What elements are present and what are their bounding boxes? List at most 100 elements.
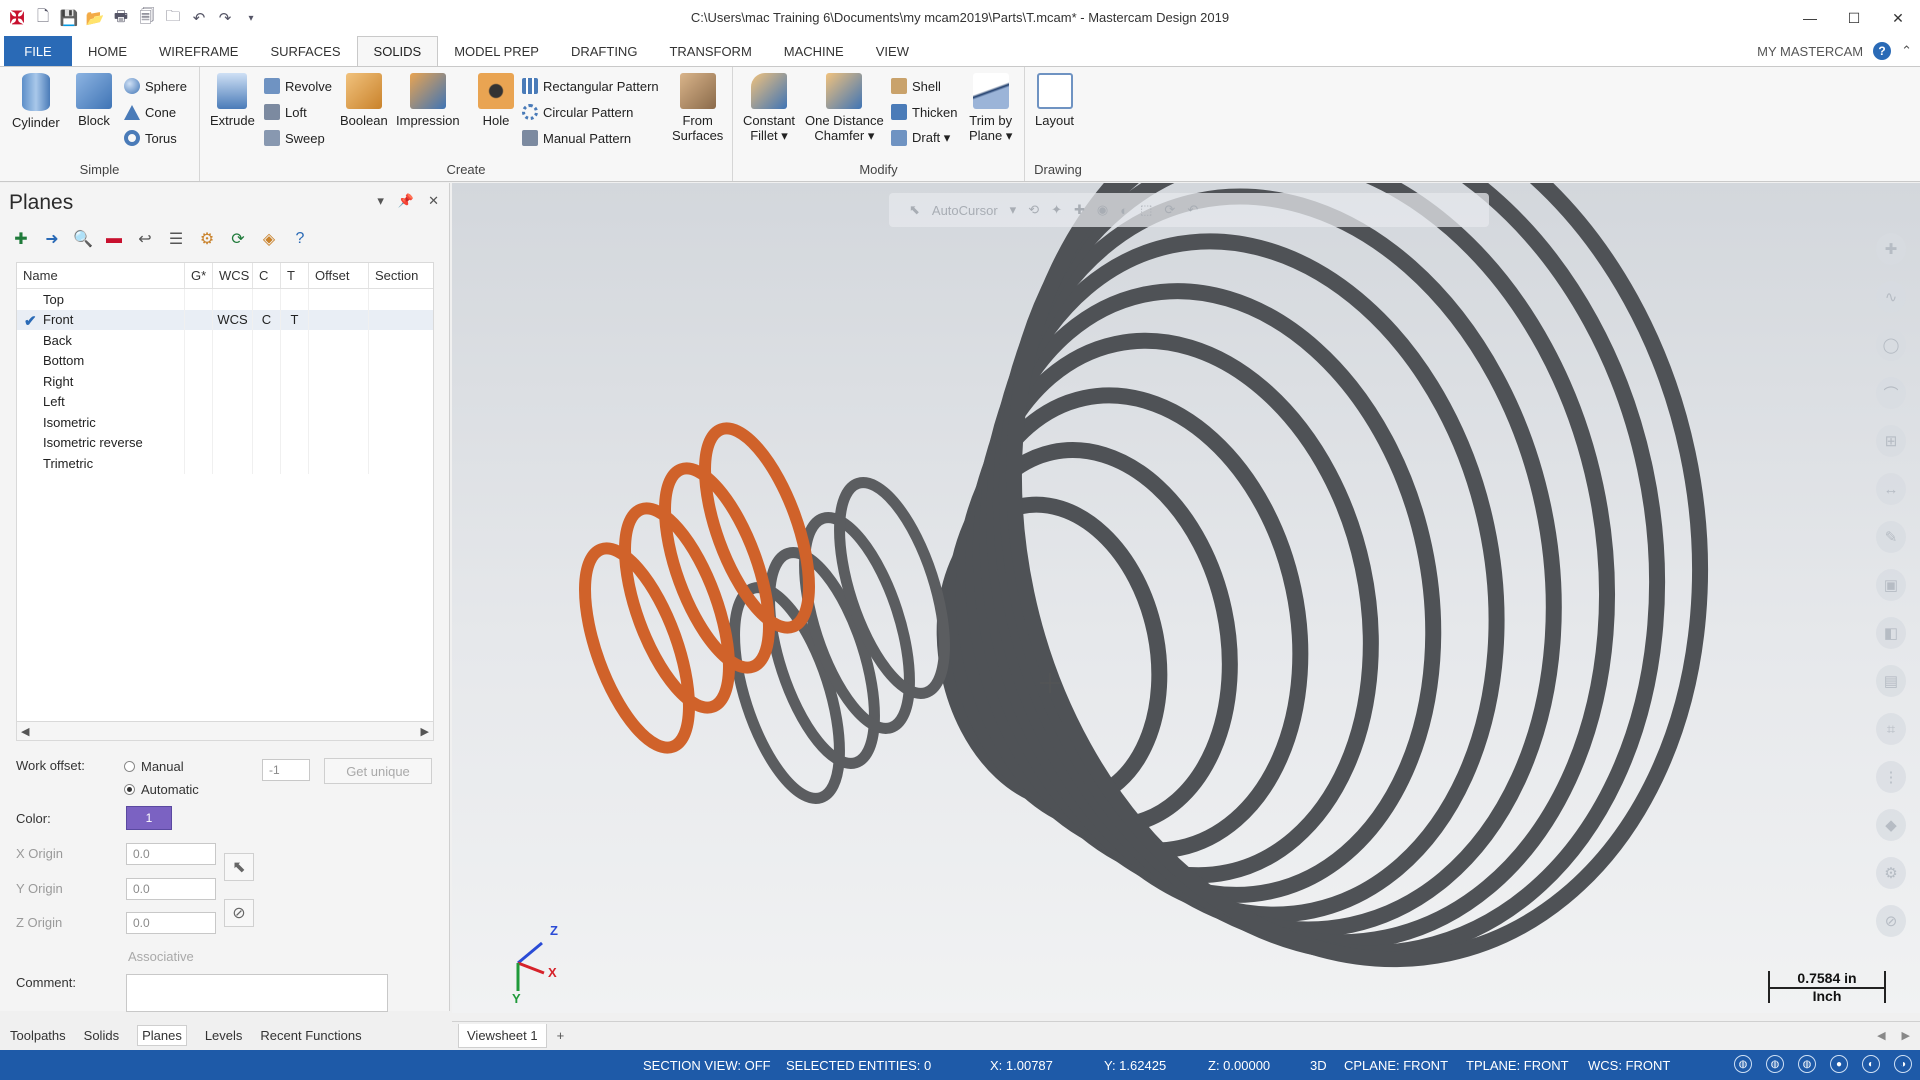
x-origin-input[interactable]: 0.0 xyxy=(126,843,216,865)
view-tool-icon-3[interactable]: ⌒ xyxy=(1876,377,1906,409)
view-tool-icon-10[interactable]: ⌗ xyxy=(1876,713,1906,745)
pin-icon[interactable]: 📌 xyxy=(398,193,414,209)
select-tool-icon-8[interactable]: ↶ xyxy=(1187,202,1198,218)
torus-button[interactable]: Torus xyxy=(124,127,177,149)
minimize-button[interactable]: — xyxy=(1788,0,1832,36)
col-header-g[interactable]: G* xyxy=(185,263,213,288)
z-coordinate[interactable]: Z: 0.00000 xyxy=(1208,1058,1270,1073)
panel-menu-icon[interactable]: ▾ xyxy=(377,193,384,209)
panel-help-icon[interactable]: ? xyxy=(289,230,311,248)
plane-row-right[interactable]: Right xyxy=(17,371,433,392)
manual-pattern-button[interactable]: Manual Pattern xyxy=(522,127,631,149)
block-button[interactable]: Block xyxy=(76,73,112,128)
view-tool-icon-12[interactable]: ◆ xyxy=(1876,809,1906,841)
tab-file[interactable]: FILE xyxy=(4,36,72,66)
new-file-icon[interactable]: 🗋 xyxy=(32,7,54,29)
comment-textarea[interactable] xyxy=(126,974,388,1012)
tplane-status[interactable]: TPLANE: FRONT xyxy=(1466,1058,1569,1073)
mastercam-logo-icon[interactable]: ✠ xyxy=(6,7,28,29)
add-viewsheet-icon[interactable]: + xyxy=(557,1028,565,1043)
tab-surfaces[interactable]: SURFACES xyxy=(254,36,356,66)
redo-icon[interactable]: ↷ xyxy=(214,7,236,29)
view-tool-icon-14[interactable]: ⊘ xyxy=(1876,905,1906,937)
col-header-offset[interactable]: Offset xyxy=(309,263,369,288)
conical-spring[interactable] xyxy=(918,183,1779,1013)
plane-row-isometric-reverse[interactable]: Isometric reverse xyxy=(17,432,433,453)
zoom-in-icon[interactable]: ✚ xyxy=(1876,233,1906,265)
scroll-left-icon[interactable]: ◀ xyxy=(21,725,29,738)
shell-button[interactable]: Shell xyxy=(891,75,941,97)
col-header-t[interactable]: T xyxy=(281,263,309,288)
tab-solids-manager[interactable]: Solids xyxy=(84,1028,119,1043)
select-tool-icon-7[interactable]: ⟳ xyxy=(1164,202,1175,218)
plane-row-isometric[interactable]: Isometric xyxy=(17,412,433,433)
tab-view[interactable]: VIEW xyxy=(860,36,925,66)
revolve-button[interactable]: Revolve xyxy=(264,75,332,97)
autocursor-toolbar[interactable]: ⬉ AutoCursor ▾ ⟲ ✦ ✚ ◉ ◐ ⬚ ⟳ ↶ xyxy=(889,193,1489,227)
tab-solids[interactable]: SOLIDS xyxy=(356,36,439,66)
close-button[interactable]: ✕ xyxy=(1876,0,1920,36)
automatic-radio[interactable]: Automatic xyxy=(124,782,199,797)
prev-viewsheet-icon[interactable]: ◀ xyxy=(1877,1029,1885,1042)
wireframe-shade-icon[interactable]: ◍ xyxy=(1798,1055,1816,1073)
collapse-ribbon-icon[interactable]: ⌃ xyxy=(1901,43,1912,59)
plane-row-back[interactable]: Back xyxy=(17,330,433,351)
grid-horizontal-scrollbar[interactable]: ◀ ▶ xyxy=(16,721,434,741)
view-tool-icon-7[interactable]: ▣ xyxy=(1876,569,1906,601)
set-plane-icon[interactable]: ↩ xyxy=(134,229,156,249)
tab-model-prep[interactable]: MODEL PREP xyxy=(438,36,555,66)
z-origin-input[interactable]: 0.0 xyxy=(126,912,216,934)
select-tool-icon-4[interactable]: ◉ xyxy=(1097,202,1108,218)
cylinder-button[interactable]: Cylinder xyxy=(12,73,60,130)
select-tool-icon[interactable]: ⟲ xyxy=(1028,202,1039,218)
rectangular-pattern-button[interactable]: Rectangular Pattern xyxy=(522,75,659,97)
work-offset-input[interactable]: -1 xyxy=(262,759,310,781)
reset-plane-icon[interactable]: ▬ xyxy=(103,230,125,248)
wcs-cell[interactable]: WCS xyxy=(213,309,253,330)
cplane-cell[interactable]: C xyxy=(253,309,281,330)
plane-list-icon[interactable]: ☰ xyxy=(165,229,187,249)
next-viewsheet-icon[interactable]: ▶ xyxy=(1902,1029,1910,1042)
sweep-button[interactable]: Sweep xyxy=(264,127,325,149)
trim-by-plane-button[interactable]: Trim by Plane ▾ xyxy=(969,73,1012,143)
y-origin-input[interactable]: 0.0 xyxy=(126,878,216,900)
customize-qat-icon[interactable]: ▾ xyxy=(240,7,262,29)
view-tool-icon-8[interactable]: ◧ xyxy=(1876,617,1906,649)
mode-2d-3d[interactable]: 3D xyxy=(1310,1058,1327,1073)
view-tool-icon-13[interactable]: ⚙ xyxy=(1876,857,1906,889)
tab-toolpaths[interactable]: Toolpaths xyxy=(10,1028,66,1043)
refresh-icon[interactable]: ⟳ xyxy=(227,229,249,249)
loft-button[interactable]: Loft xyxy=(264,101,307,123)
plane-row-trimetric[interactable]: Trimetric xyxy=(17,453,433,474)
autocursor-icon[interactable]: ⬉ xyxy=(909,202,920,218)
one-distance-chamfer-button[interactable]: One Distance Chamfer ▾ xyxy=(805,73,884,143)
view-tool-icon-11[interactable]: ⋮ xyxy=(1876,761,1906,793)
tplane-cell[interactable]: T xyxy=(281,309,309,330)
col-header-wcs[interactable]: WCS xyxy=(213,263,253,288)
globe-icon[interactable]: ◍ xyxy=(1734,1055,1752,1073)
save-icon[interactable]: 💾 xyxy=(58,7,80,29)
section-view-status[interactable]: SECTION VIEW: OFF xyxy=(643,1058,771,1073)
boolean-button[interactable]: Boolean xyxy=(340,73,388,128)
select-tool-icon-5[interactable]: ◐ xyxy=(1120,203,1128,218)
sphere-button[interactable]: Sphere xyxy=(124,75,187,97)
wcs-status[interactable]: WCS: FRONT xyxy=(1588,1058,1670,1073)
view-tool-icon-2[interactable]: ◯ xyxy=(1876,329,1906,361)
save-as-icon[interactable]: 🗐 xyxy=(136,7,158,29)
from-surfaces-button[interactable]: From Surfaces xyxy=(672,73,723,143)
open-icon[interactable]: 📂 xyxy=(84,7,106,29)
plane-row-front[interactable]: ✔ Front WCS C T xyxy=(17,309,433,330)
shaded-icon[interactable]: ● xyxy=(1830,1055,1848,1073)
plane-row-top[interactable]: Top xyxy=(17,289,433,310)
viewsheet-tab[interactable]: Viewsheet 1 xyxy=(458,1023,547,1048)
view-tool-icon-4[interactable]: ⊞ xyxy=(1876,425,1906,457)
constant-fillet-button[interactable]: Constant Fillet ▾ xyxy=(743,73,795,143)
find-plane-icon[interactable]: 🔍 xyxy=(72,229,94,249)
layout-button[interactable]: Layout xyxy=(1035,73,1074,128)
hole-button[interactable]: Hole xyxy=(478,73,514,128)
add-plane-icon[interactable]: ✚ xyxy=(10,229,32,249)
select-plane-icon[interactable]: ➜ xyxy=(41,229,63,249)
view-tool-icon-6[interactable]: ✎ xyxy=(1876,521,1906,553)
tab-wireframe[interactable]: WIREFRAME xyxy=(143,36,254,66)
render-icon[interactable]: ◑ xyxy=(1894,1055,1912,1073)
